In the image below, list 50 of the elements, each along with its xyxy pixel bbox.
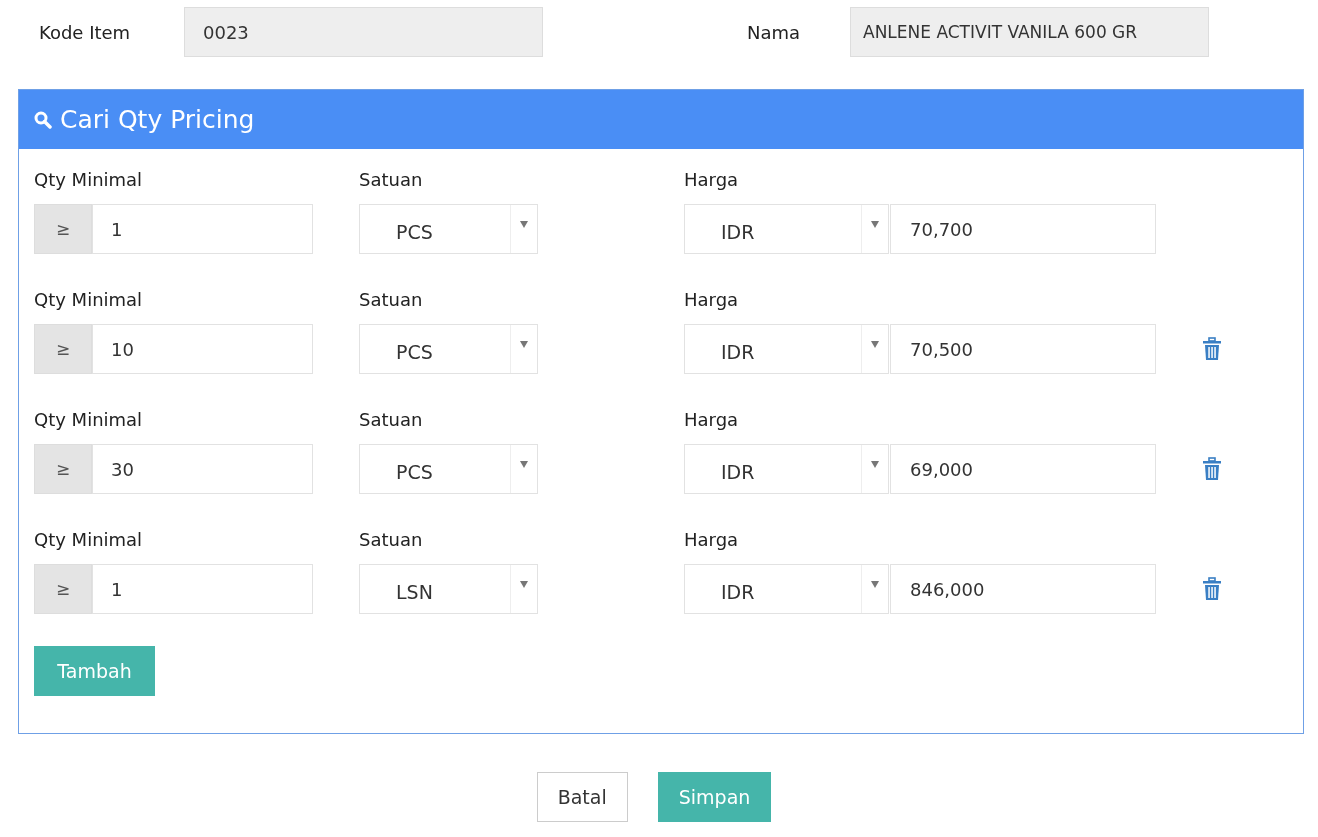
price-input[interactable]: 846,000 — [890, 564, 1156, 614]
caret-icon — [520, 461, 528, 468]
search-icon — [34, 110, 52, 129]
field-label: Harga — [684, 409, 740, 432]
price-input[interactable]: 70,500 — [890, 324, 1156, 374]
unit-select[interactable]: PCS — [359, 324, 538, 374]
operator-addon: ≥ — [34, 564, 92, 614]
operator-addon: ≥ — [34, 204, 92, 254]
caret-icon — [871, 341, 879, 348]
qty-input[interactable]: 1 — [92, 564, 313, 614]
readonly-field[interactable]: 0023 — [184, 7, 543, 57]
field-label: Satuan — [359, 529, 424, 552]
caret-icon — [871, 221, 879, 228]
field-label: Satuan — [359, 289, 424, 312]
currency-select[interactable]: IDR — [684, 444, 889, 494]
field-label: Kode Item — [39, 21, 132, 43]
caret-icon — [520, 581, 528, 588]
field-label: Satuan — [359, 409, 424, 432]
price-input[interactable]: 69,000 — [890, 444, 1156, 494]
qty-input[interactable]: 1 — [92, 204, 313, 254]
readonly-field[interactable]: ANLENE ACTIVIT VANILA 600 GR — [850, 7, 1209, 57]
unit-select[interactable]: PCS — [359, 204, 538, 254]
operator-addon: ≥ — [34, 324, 92, 374]
price-input[interactable]: 70,700 — [890, 204, 1156, 254]
field-label: Nama — [747, 21, 802, 43]
currency-select[interactable]: IDR — [684, 204, 889, 254]
caret-icon — [871, 461, 879, 468]
caret-icon — [871, 581, 879, 588]
field-label: Qty Minimal — [34, 409, 144, 432]
currency-select[interactable]: IDR — [684, 324, 889, 374]
currency-select[interactable]: IDR — [684, 564, 889, 614]
field-label: Qty Minimal — [34, 289, 144, 312]
qty-input[interactable]: 10 — [92, 324, 313, 374]
unit-select[interactable]: PCS — [359, 444, 538, 494]
field-label: Qty Minimal — [34, 529, 144, 552]
field-label: Harga — [684, 529, 740, 552]
trash-icon[interactable] — [1202, 577, 1222, 601]
field-label: Harga — [684, 289, 740, 312]
cancel-button[interactable]: Batal — [536, 772, 628, 822]
operator-addon: ≥ — [34, 444, 92, 494]
panel-title: Cari Qty Pricing — [60, 105, 255, 134]
field-label: Satuan — [359, 169, 424, 192]
trash-icon[interactable] — [1202, 337, 1222, 361]
field-label: Harga — [684, 169, 740, 192]
trash-icon[interactable] — [1202, 457, 1222, 481]
caret-icon — [520, 221, 528, 228]
field-label: Qty Minimal — [34, 169, 144, 192]
qty-input[interactable]: 30 — [92, 444, 313, 494]
caret-icon — [520, 341, 528, 348]
unit-select[interactable]: LSN — [359, 564, 538, 614]
